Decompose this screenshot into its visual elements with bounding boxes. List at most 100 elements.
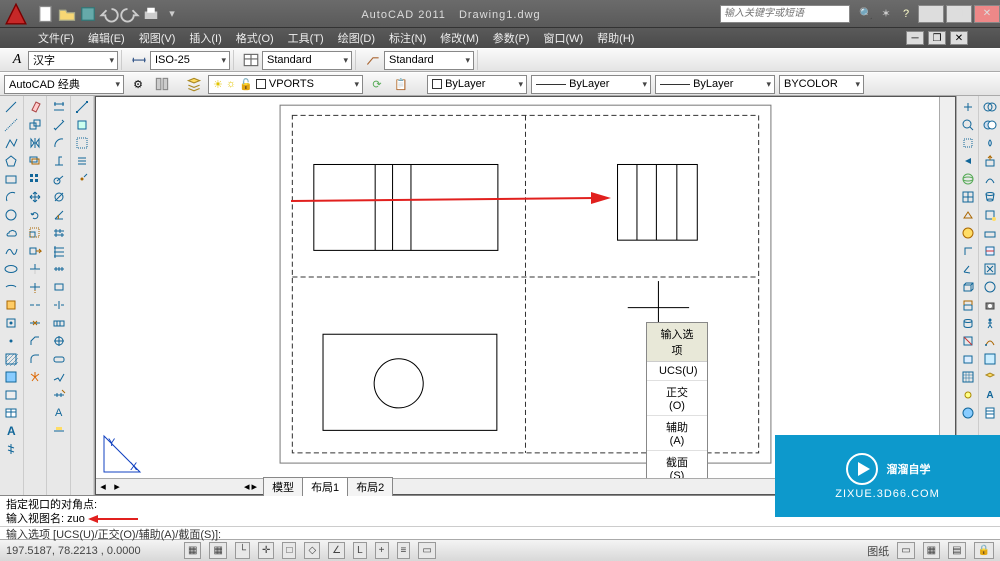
spline-icon[interactable]	[0, 242, 22, 260]
doc-restore[interactable]: ❐	[928, 31, 946, 45]
vports-icon[interactable]	[957, 188, 979, 206]
offset-icon[interactable]	[24, 152, 46, 170]
explode-icon[interactable]	[24, 368, 46, 386]
anipath-icon[interactable]	[979, 332, 1000, 350]
lwt-toggle[interactable]: ≡	[397, 542, 411, 559]
area-icon[interactable]	[71, 116, 93, 134]
sweep-icon[interactable]	[979, 170, 1000, 188]
dimedit-icon[interactable]	[48, 386, 70, 404]
3dface-icon[interactable]	[957, 206, 979, 224]
qview-drawings[interactable]: ▤	[948, 542, 965, 559]
dimaligned-icon[interactable]	[48, 116, 70, 134]
dim-style-select[interactable]: ISO-25	[150, 51, 230, 70]
dimjogged-icon[interactable]	[48, 368, 70, 386]
point-icon[interactable]	[0, 332, 22, 350]
zoom-window-icon[interactable]	[957, 134, 979, 152]
menu-dim[interactable]: 标注(N)	[383, 28, 432, 48]
erase-icon[interactable]	[24, 98, 46, 116]
dimlinear-icon[interactable]	[48, 98, 70, 116]
dimradius-icon[interactable]	[48, 170, 70, 188]
lineweight-select[interactable]: ByLayer	[655, 75, 775, 94]
tolerance-icon[interactable]	[48, 314, 70, 332]
table-icon[interactable]	[0, 404, 22, 422]
menu-file[interactable]: 文件(F)	[32, 28, 80, 48]
osnap-toggle[interactable]: □	[282, 542, 296, 559]
qat-new-icon[interactable]	[36, 4, 56, 24]
fillet-icon[interactable]	[24, 350, 46, 368]
menu-format[interactable]: 格式(O)	[230, 28, 280, 48]
dimtedit-icon[interactable]: A	[48, 404, 70, 422]
ducs-toggle[interactable]: L	[353, 542, 367, 559]
flatshot-icon[interactable]	[979, 224, 1000, 242]
rect-icon[interactable]	[0, 170, 22, 188]
polygon-icon[interactable]	[0, 152, 22, 170]
list-icon[interactable]	[71, 152, 93, 170]
layer-select[interactable]: ☀ ☼ 🔓 VPORTS	[208, 75, 363, 94]
scale-icon[interactable]	[24, 224, 46, 242]
dimangular-icon[interactable]	[48, 206, 70, 224]
menu-param[interactable]: 参数(P)	[487, 28, 536, 48]
grid-toggle[interactable]: ▦	[209, 542, 226, 559]
tab-layout2[interactable]: 布局2	[347, 477, 393, 496]
qat-undo-icon[interactable]	[99, 4, 119, 24]
centermark-icon[interactable]	[48, 332, 70, 350]
opt-ucs[interactable]: UCS(U)	[647, 362, 707, 381]
tab-layout1[interactable]: 布局1	[302, 477, 348, 496]
ellipse-arc-icon[interactable]	[0, 278, 22, 296]
subtract-icon[interactable]	[979, 116, 1000, 134]
sectionplane-icon[interactable]	[979, 242, 1000, 260]
annoscale[interactable]: 🔒	[974, 542, 994, 559]
dimcontinue-icon[interactable]	[48, 260, 70, 278]
box-icon[interactable]	[957, 278, 979, 296]
table-style-icon[interactable]	[241, 50, 261, 70]
chamfer-icon[interactable]	[24, 332, 46, 350]
rotate-icon[interactable]	[24, 206, 46, 224]
circle-icon[interactable]	[0, 206, 22, 224]
plotstyle-select[interactable]: BYCOLOR	[779, 75, 864, 94]
props-icon[interactable]	[979, 404, 1000, 422]
menu-modify[interactable]: 修改(M)	[434, 28, 485, 48]
3dosnap-toggle[interactable]: ◇	[304, 542, 320, 559]
gradient-icon[interactable]	[0, 368, 22, 386]
move-icon[interactable]	[24, 188, 46, 206]
menu-view[interactable]: 视图(V)	[133, 28, 182, 48]
model-paper-toggle[interactable]: ▭	[897, 542, 914, 559]
snap-toggle[interactable]: ▦	[184, 542, 201, 559]
paper-space-label[interactable]: 图纸	[867, 543, 889, 559]
3dalign-icon[interactable]	[957, 260, 979, 278]
workspace-gear-icon[interactable]: ⚙	[128, 74, 148, 94]
polar-toggle[interactable]: ✛	[258, 542, 274, 559]
mleader-style-icon[interactable]	[363, 50, 383, 70]
layer-states-icon[interactable]: 📋	[391, 74, 411, 94]
pan-icon[interactable]	[957, 98, 979, 116]
trim-icon[interactable]	[24, 260, 46, 278]
close-button[interactable]: ✕	[974, 5, 1000, 23]
qdim-icon[interactable]	[48, 224, 70, 242]
join-icon[interactable]	[24, 314, 46, 332]
intersect-icon[interactable]	[979, 134, 1000, 152]
hatch-icon[interactable]	[0, 350, 22, 368]
zoom-prev-icon[interactable]	[957, 152, 979, 170]
slice-icon[interactable]	[957, 332, 979, 350]
light-icon[interactable]	[957, 386, 979, 404]
color-select[interactable]: ByLayer	[427, 75, 527, 94]
line-icon[interactable]	[0, 98, 22, 116]
presspull-icon[interactable]	[979, 152, 1000, 170]
dimarc-icon[interactable]	[48, 134, 70, 152]
menu-tools[interactable]: 工具(T)	[282, 28, 330, 48]
background-icon[interactable]	[979, 350, 1000, 368]
exchange-icon[interactable]: ✶	[876, 4, 896, 24]
union-icon[interactable]	[979, 98, 1000, 116]
mtext-icon[interactable]: A	[0, 422, 22, 440]
layer-prev-icon[interactable]: ⟳	[367, 74, 387, 94]
dimstyle-icon[interactable]	[48, 422, 70, 440]
dimordinate-icon[interactable]	[48, 152, 70, 170]
qat-open-icon[interactable]	[57, 4, 77, 24]
qselect-icon[interactable]	[71, 134, 93, 152]
qat-save-icon[interactable]	[78, 4, 98, 24]
mirror-icon[interactable]	[24, 134, 46, 152]
arc-icon[interactable]	[0, 188, 22, 206]
table-style-select[interactable]: Standard	[262, 51, 352, 70]
help-search[interactable]	[720, 5, 850, 23]
mleader-style-select[interactable]: Standard	[384, 51, 474, 70]
